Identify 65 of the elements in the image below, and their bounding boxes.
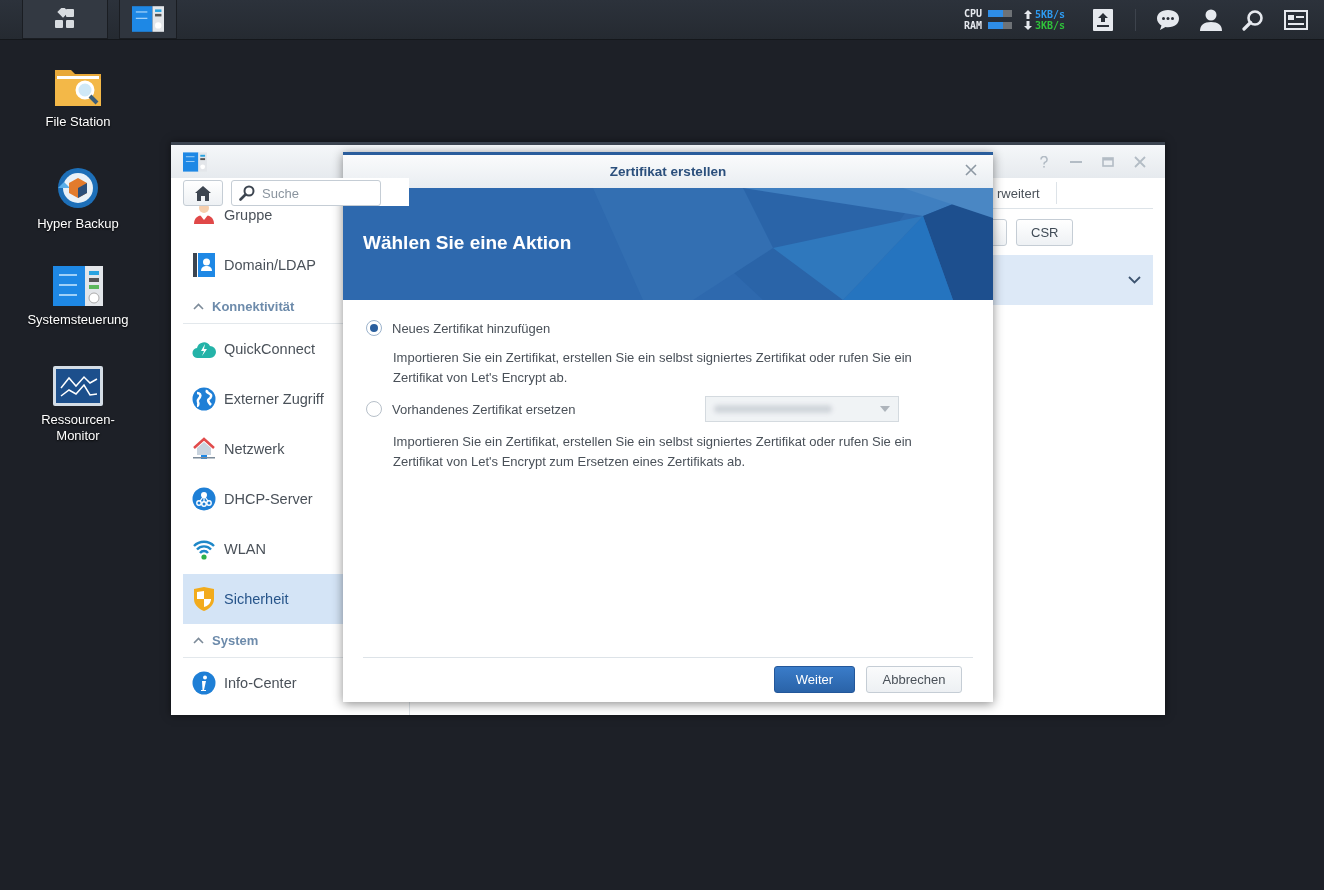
- dialog-heading: Wählen Sie eine Aktion: [363, 232, 572, 254]
- minimize-icon: [1070, 160, 1082, 163]
- search-field[interactable]: Suche: [231, 180, 381, 206]
- monitor-chart-icon: [53, 366, 103, 406]
- close-icon: [965, 164, 977, 176]
- search-button[interactable]: [1242, 8, 1264, 31]
- desktop-icon-label[interactable]: Hyper Backup: [23, 216, 133, 232]
- radio-button[interactable]: [366, 320, 382, 336]
- control-panel-icon: [53, 266, 103, 306]
- control-panel-taskbar-button[interactable]: [119, 0, 177, 39]
- down-arrow-icon: [1023, 20, 1032, 30]
- upload-rate: 5KB/s: [1034, 8, 1065, 20]
- desktop-icon-label[interactable]: Ressourcen-Monitor: [23, 412, 133, 444]
- option-label: Vorhandenes Zertifikat ersetzen: [392, 401, 577, 417]
- desktop-icon-label[interactable]: Systemsteuerung: [23, 312, 133, 328]
- close-icon: [1134, 155, 1146, 168]
- usage-meter: [987, 10, 1012, 17]
- download-rate: 3KB/s: [1034, 19, 1065, 31]
- collapse-chevron-icon: [193, 303, 204, 310]
- info-icon: [192, 671, 216, 695]
- meter-label: RAM: [963, 20, 983, 31]
- home-button[interactable]: [183, 180, 223, 206]
- grid-icon: [54, 8, 76, 30]
- cloud-bolt-icon: [192, 339, 216, 359]
- user-group-icon: [192, 206, 216, 224]
- search-icon: [1242, 8, 1264, 31]
- upload-button[interactable]: [1093, 8, 1113, 31]
- tab[interactable]: rweitert: [997, 182, 1057, 204]
- main-menu-button[interactable]: [22, 0, 108, 39]
- option-description: Importieren Sie ein Zertifikat, erstellen Sie ein selbst signiertes Zertifikat oder rufen Sie ein Zertifikat von Let's Encrypt zum Ersetzen eines Zertifikats ab.: [393, 433, 913, 471]
- sidebar-item[interactable]: DHCP-Server: [183, 474, 409, 524]
- desktop-icon-label[interactable]: File Station: [23, 114, 133, 130]
- maximize-icon: [1102, 156, 1114, 167]
- usage-meter: [987, 22, 1012, 29]
- close-button[interactable]: [965, 164, 977, 176]
- home-icon: [194, 185, 212, 201]
- control-panel-icon: [132, 6, 164, 32]
- user-icon: [1200, 8, 1222, 31]
- radio-button[interactable]: [366, 401, 382, 417]
- chat-bubble-icon: [1156, 8, 1180, 31]
- network-hub-icon: [192, 487, 216, 511]
- question-mark-icon: [1039, 155, 1049, 168]
- wifi-icon: [192, 538, 216, 560]
- up-arrow-icon: [1023, 9, 1032, 19]
- search-icon: [239, 185, 255, 201]
- upload-icon: [1093, 8, 1113, 31]
- chat-button[interactable]: [1156, 8, 1180, 31]
- widgets-button[interactable]: [1284, 9, 1308, 30]
- option-description: Importieren Sie ein Zertifikat, erstellen Sie ein selbst signiertes Zertifikat oder rufen Sie ein Zertifikat von Let's Encrypt ab.: [393, 349, 913, 387]
- contact-card-icon: [193, 253, 215, 277]
- sidebar-item[interactable]: WLAN: [183, 524, 409, 574]
- house-network-icon: [192, 437, 216, 461]
- next-button[interactable]: Weiter: [774, 666, 855, 693]
- shield-icon: [192, 586, 216, 612]
- user-button[interactable]: [1200, 8, 1222, 31]
- chevron-down-icon: [1128, 276, 1141, 284]
- collapse-chevron-icon: [193, 637, 204, 644]
- csr-button[interactable]: CSR: [1016, 219, 1074, 246]
- dialog-title: Zertifikat erstellen: [609, 164, 727, 179]
- meter-label: CPU: [963, 8, 983, 19]
- control-panel-icon: [183, 151, 207, 172]
- id-card-icon: [1284, 9, 1308, 30]
- dropdown-arrow-icon: [880, 406, 890, 412]
- cancel-button[interactable]: Abbrechen: [866, 666, 962, 693]
- sidebar-item[interactable]: Info-Center: [183, 658, 409, 708]
